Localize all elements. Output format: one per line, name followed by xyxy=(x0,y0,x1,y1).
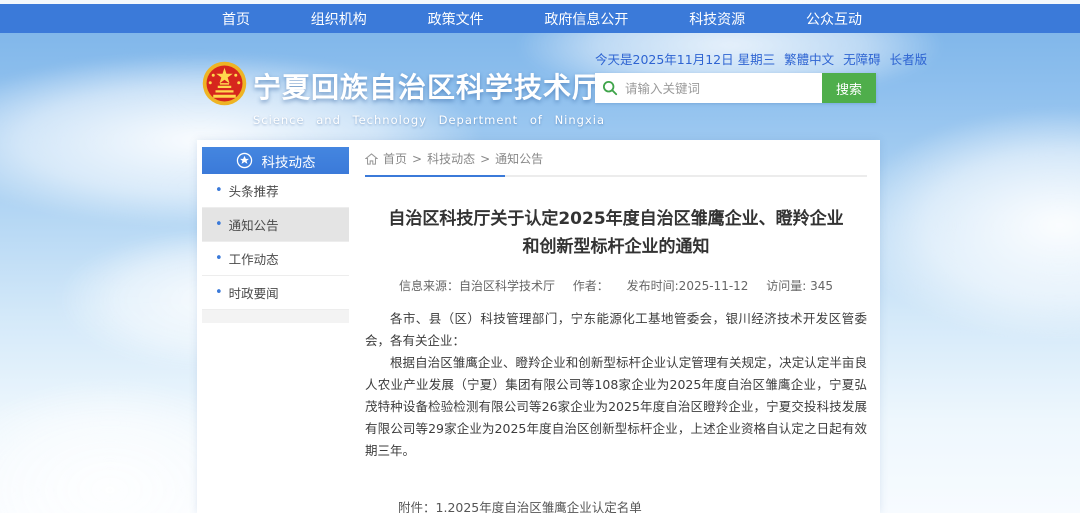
nav-item-home[interactable]: 首页 xyxy=(222,9,250,29)
bullet-icon: • xyxy=(215,217,223,232)
national-emblem-logo xyxy=(202,61,247,106)
sidebar-item-label: 时政要闻 xyxy=(229,283,279,302)
nav-item-organization[interactable]: 组织机构 xyxy=(311,9,367,29)
sidebar-item-label: 工作动态 xyxy=(229,249,279,268)
search-button[interactable]: 搜索 xyxy=(822,73,876,103)
sidebar-footer-strip xyxy=(202,310,349,323)
attachment-link-1[interactable]: 1.2025年度自治区雏鹰企业认定名单 xyxy=(436,500,642,513)
main-content-panel: 科技动态 • 头条推荐 • 通知公告 • 工作动态 • 时政要闻 首页 > 科技… xyxy=(197,140,880,513)
sidebar: 科技动态 • 头条推荐 • 通知公告 • 工作动态 • 时政要闻 xyxy=(202,147,349,323)
sidebar-item-headlines[interactable]: • 头条推荐 xyxy=(202,174,349,208)
breadcrumb-separator: > xyxy=(480,152,490,166)
article-title: 自治区科技厅关于认定2025年度自治区雏鹰企业、瞪羚企业 和创新型标杆企业的通知 xyxy=(365,205,867,261)
breadcrumb-sci-tech-news[interactable]: 科技动态 xyxy=(427,150,475,167)
site-title: 宁夏回族自治区科学技术厅 xyxy=(253,66,605,106)
attachments-list: 附件：1.2025年度自治区雏鹰企业认定名单 2.2025年度自治区瞪羚企业认定… xyxy=(398,496,867,513)
article-title-line1: 自治区科技厅关于认定2025年度自治区雏鹰企业、瞪羚企业 xyxy=(365,205,867,233)
site-masthead: 宁夏回族自治区科学技术厅 Science and Technology Depa… xyxy=(253,66,605,127)
search-input[interactable] xyxy=(625,73,822,103)
breadcrumb-divider xyxy=(365,175,867,177)
meta-publish-time: 发布时间:2025-11-12 xyxy=(627,279,749,293)
nav-item-policy-documents[interactable]: 政策文件 xyxy=(428,9,484,29)
meta-author: 作者： xyxy=(573,279,609,293)
meta-source: 信息来源：自治区科学技术厅 xyxy=(399,279,555,293)
top-navigation: 首页 组织机构 政策文件 政府信息公开 科技资源 公众互动 xyxy=(0,4,1080,33)
article-paragraph: 各市、县（区）科技管理部门，宁东能源化工基地管委会，银川经济技术开发区管委会，各… xyxy=(365,308,867,352)
attachments-label: 附件： xyxy=(398,500,436,513)
accessibility-link[interactable]: 无障碍 xyxy=(843,49,881,68)
article-meta: 信息来源：自治区科学技术厅 作者： 发布时间:2025-11-12 访问量: 3… xyxy=(365,277,867,294)
home-icon xyxy=(365,153,378,165)
nav-item-gov-info-disclosure[interactable]: 政府信息公开 xyxy=(544,9,628,29)
breadcrumb-active-underline xyxy=(365,175,505,177)
national-emblem-icon xyxy=(202,61,247,106)
sidebar-title: 科技动态 xyxy=(262,151,316,171)
article-title-line2: 和创新型标杆企业的通知 xyxy=(365,233,867,261)
search-icon xyxy=(595,73,625,103)
article-body: 各市、县（区）科技管理部门，宁东能源化工基地管委会，银川经济技术开发区管委会，各… xyxy=(365,308,867,462)
search-bar: 搜索 xyxy=(595,73,876,103)
nav-item-sci-tech-resources[interactable]: 科技资源 xyxy=(689,9,745,29)
article-area: 首页 > 科技动态 > 通知公告 自治区科技厅关于认定2025年度自治区雏鹰企业… xyxy=(365,146,867,513)
breadcrumb-notices[interactable]: 通知公告 xyxy=(495,150,543,167)
elderly-version-link[interactable]: 长者版 xyxy=(890,49,928,68)
breadcrumb-separator: > xyxy=(412,152,422,166)
sidebar-item-current-politics[interactable]: • 时政要闻 xyxy=(202,276,349,310)
sidebar-header-sci-tech-news: 科技动态 xyxy=(202,147,349,174)
meta-visit-count: 访问量: 345 xyxy=(766,279,833,293)
breadcrumb: 首页 > 科技动态 > 通知公告 xyxy=(365,146,867,171)
article-paragraph: 根据自治区雏鹰企业、瞪羚企业和创新型标杆企业认定管理有关规定，决定认定半亩良人农… xyxy=(365,352,867,462)
site-subtitle-english: Science and Technology Department of Nin… xyxy=(253,113,605,127)
current-date-text: 今天是2025年11月12日 星期三 xyxy=(595,49,775,68)
sidebar-item-label: 通知公告 xyxy=(229,215,279,234)
bullet-icon: • xyxy=(215,251,223,266)
star-in-circle-icon xyxy=(236,152,253,169)
breadcrumb-home[interactable]: 首页 xyxy=(383,150,407,167)
bullet-icon: • xyxy=(215,285,223,300)
bullet-icon: • xyxy=(215,183,223,198)
sidebar-item-notices[interactable]: • 通知公告 xyxy=(202,208,349,242)
nav-item-public-interaction[interactable]: 公众互动 xyxy=(806,9,862,29)
sidebar-item-work-updates[interactable]: • 工作动态 xyxy=(202,242,349,276)
traditional-chinese-link[interactable]: 繁體中文 xyxy=(784,49,834,68)
header-info-row: 今天是2025年11月12日 星期三 繁體中文 无障碍 长者版 xyxy=(595,50,876,66)
attachment-row: 附件：1.2025年度自治区雏鹰企业认定名单 xyxy=(398,496,867,513)
sidebar-item-label: 头条推荐 xyxy=(229,181,279,200)
cloud-decoration xyxy=(850,110,1080,340)
